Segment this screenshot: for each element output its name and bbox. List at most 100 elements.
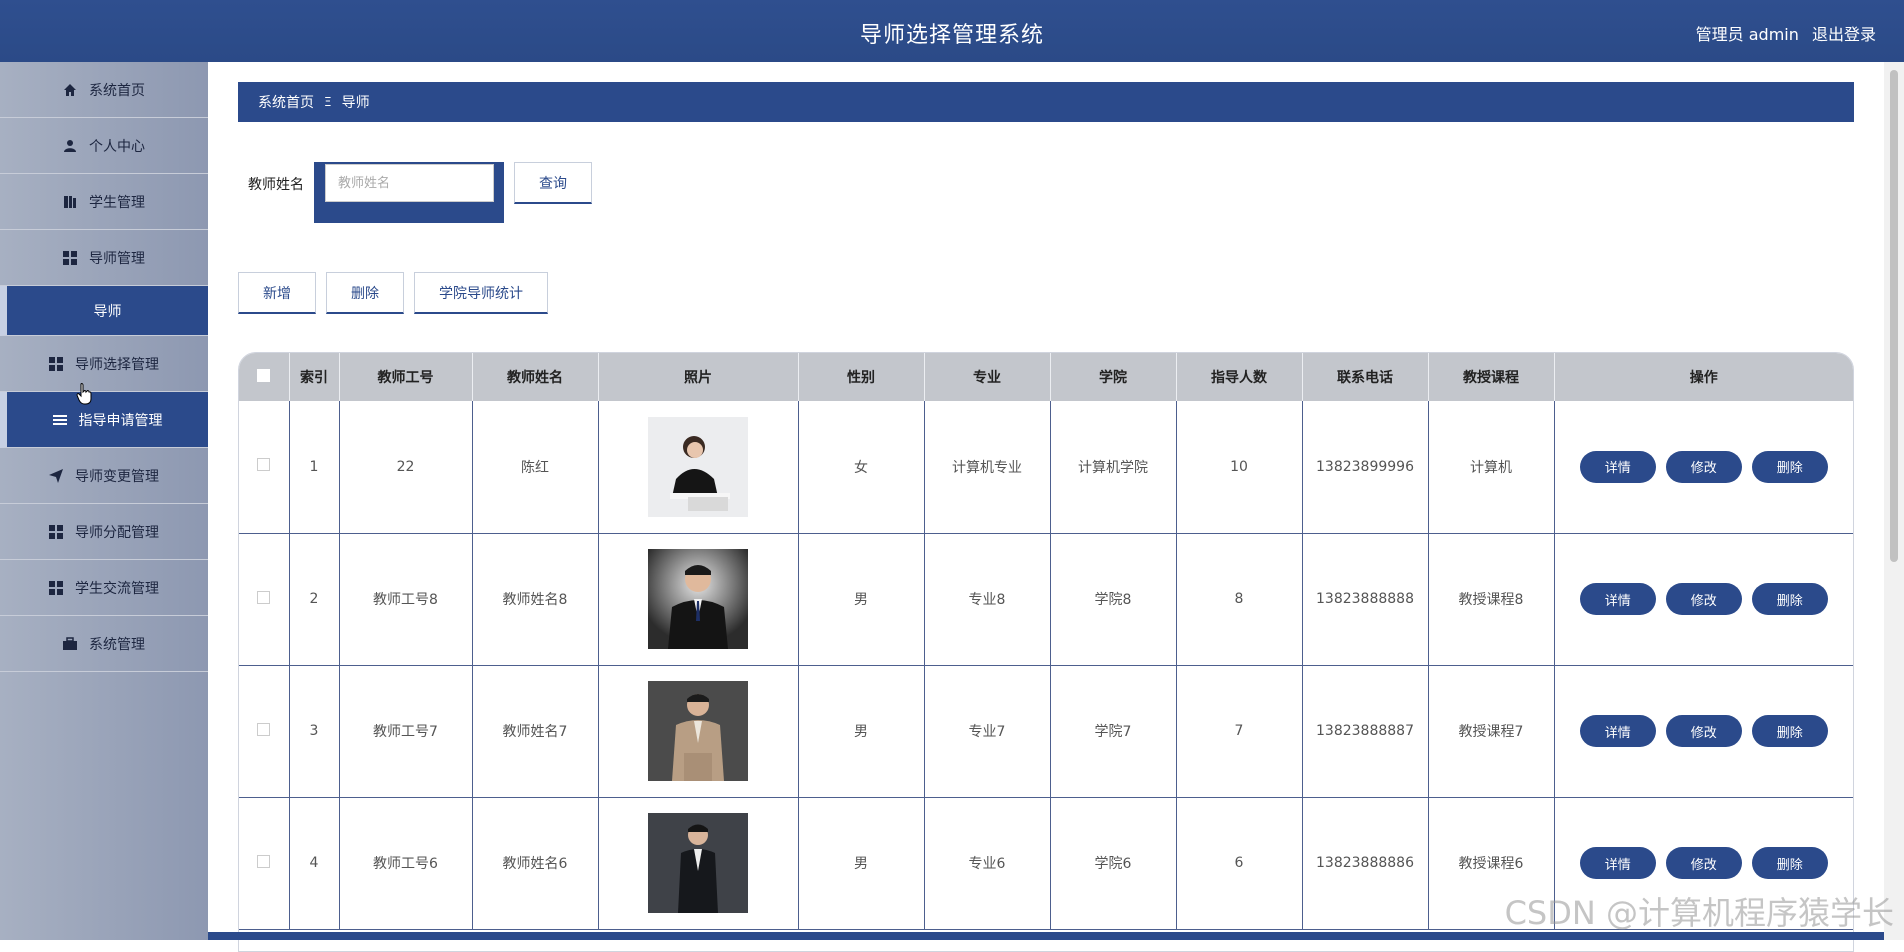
major-cell: 专业7 [924,665,1050,797]
sidebar-item-label: 导师变更管理 [75,466,159,486]
batch-delete-button[interactable]: 删除 [326,272,404,314]
sidebar-item-label: 导师分配管理 [75,522,159,542]
col-header: 教师工号 [339,353,472,401]
detail-button[interactable]: 详情 [1580,451,1656,483]
top-header: 导师选择管理系统 管理员 admin 退出登录 [0,0,1904,62]
college-cell: 学院6 [1050,797,1176,929]
home-icon [63,83,77,97]
photo-cell [598,533,798,665]
teacher-photo [648,681,748,781]
delete-button[interactable]: 删除 [1752,847,1828,879]
select-all-header [239,353,289,401]
briefcase-icon [63,637,77,651]
detail-button[interactable]: 详情 [1580,847,1656,879]
table-row: 3 教师工号7 教师姓名7 男 专业7 [239,665,1853,797]
sidebar-item-label: 导师 [94,301,122,321]
row-checkbox[interactable] [257,458,270,471]
grid-icon [49,581,63,595]
grid-icon [49,357,63,371]
row-checkbox[interactable] [257,855,270,868]
col-header: 性别 [798,353,924,401]
sidebar-item-home[interactable]: 系统首页 [0,62,208,118]
phone-cell: 13823899996 [1302,401,1428,533]
watermark: CSDN @计算机程序猿学长 [1505,888,1894,934]
major-cell: 计算机专业 [924,401,1050,533]
select-all-checkbox[interactable] [257,369,270,382]
search-label: 教师姓名 [248,174,304,194]
sidebar-item-tutor-change[interactable]: 导师变更管理 [0,448,208,504]
vertical-scrollbar[interactable] [1884,62,1904,940]
operations-cell: 详情 修改 删除 [1554,533,1853,665]
sidebar-item-label: 系统管理 [89,634,145,654]
breadcrumb: 系统首页 Ξ 导师 [238,82,1854,122]
delete-button[interactable]: 删除 [1752,715,1828,747]
sidebar-item-tutor-assignment[interactable]: 导师分配管理 [0,504,208,560]
col-header: 教授课程 [1428,353,1554,401]
course-cell: 教授课程7 [1428,665,1554,797]
sidebar-item-system[interactable]: 系统管理 [0,616,208,672]
teacher-id-cell: 教师工号7 [339,665,472,797]
college-cell: 学院8 [1050,533,1176,665]
edit-button[interactable]: 修改 [1666,583,1742,615]
detail-button[interactable]: 详情 [1580,583,1656,615]
list-icon [53,413,67,427]
detail-button[interactable]: 详情 [1580,715,1656,747]
delete-button[interactable]: 删除 [1752,583,1828,615]
college-tutor-stats-button[interactable]: 学院导师统计 [414,272,548,314]
col-header: 索引 [289,353,339,401]
sidebar-item-students[interactable]: 学生管理 [0,174,208,230]
sidebar: 系统首页 个人中心 学生管理 导师管理 导师 导师选择管理 指导申请管理 [0,62,208,940]
user-area: 管理员 admin 退出登录 [1688,21,1876,45]
edit-button[interactable]: 修改 [1666,715,1742,747]
sidebar-item-student-communication[interactable]: 学生交流管理 [0,560,208,616]
teacher-name-input[interactable] [325,164,494,202]
phone-cell: 13823888888 [1302,533,1428,665]
sidebar-subitem-tutor[interactable]: 导师 [0,286,208,336]
delete-button[interactable]: 删除 [1752,451,1828,483]
row-checkbox[interactable] [257,591,270,604]
query-button[interactable]: 查询 [514,162,592,204]
user-label: 管理员 admin [1696,25,1799,44]
sidebar-item-label: 个人中心 [89,136,145,156]
course-cell: 计算机 [1428,401,1554,533]
teacher-name-cell: 教师姓名7 [472,665,598,797]
grid-icon [63,251,77,265]
edit-button[interactable]: 修改 [1666,847,1742,879]
col-header: 照片 [598,353,798,401]
sidebar-item-tutor-selection[interactable]: 导师选择管理 [0,336,208,392]
sidebar-item-tutors[interactable]: 导师管理 [0,230,208,286]
teacher-name-cell: 教师姓名6 [472,797,598,929]
table-header-row: 索引 教师工号 教师姓名 照片 性别 专业 学院 指导人数 联系电话 教授课程 … [239,353,1853,401]
row-checkbox[interactable] [257,723,270,736]
edit-button[interactable]: 修改 [1666,451,1742,483]
gender-cell: 男 [798,797,924,929]
col-header: 专业 [924,353,1050,401]
guide-count-cell: 7 [1176,665,1302,797]
operations-cell: 详情 修改 删除 [1554,401,1853,533]
breadcrumb-home[interactable]: 系统首页 [258,92,314,112]
index-cell: 2 [289,533,339,665]
sidebar-item-guidance-application[interactable]: 指导申请管理 [0,392,208,448]
tutor-table: 索引 教师工号 教师姓名 照片 性别 专业 学院 指导人数 联系电话 教授课程 … [238,352,1854,952]
course-cell: 教授课程8 [1428,533,1554,665]
search-box [314,162,504,223]
sidebar-item-profile[interactable]: 个人中心 [0,118,208,174]
add-button[interactable]: 新增 [238,272,316,314]
photo-cell [598,665,798,797]
col-header: 教师姓名 [472,353,598,401]
guide-count-cell: 10 [1176,401,1302,533]
logout-link[interactable]: 退出登录 [1812,25,1876,44]
phone-cell: 13823888887 [1302,665,1428,797]
sidebar-item-label: 导师管理 [89,248,145,268]
scrollbar-thumb[interactable] [1890,70,1898,562]
breadcrumb-current: 导师 [342,92,370,112]
photo-cell [598,401,798,533]
teacher-id-cell: 教师工号8 [339,533,472,665]
row-select-cell [239,533,289,665]
send-icon [49,469,63,483]
index-cell: 1 [289,401,339,533]
book-icon [63,195,77,209]
grid-icon [49,525,63,539]
phone-cell: 13823888886 [1302,797,1428,929]
college-cell: 计算机学院 [1050,401,1176,533]
